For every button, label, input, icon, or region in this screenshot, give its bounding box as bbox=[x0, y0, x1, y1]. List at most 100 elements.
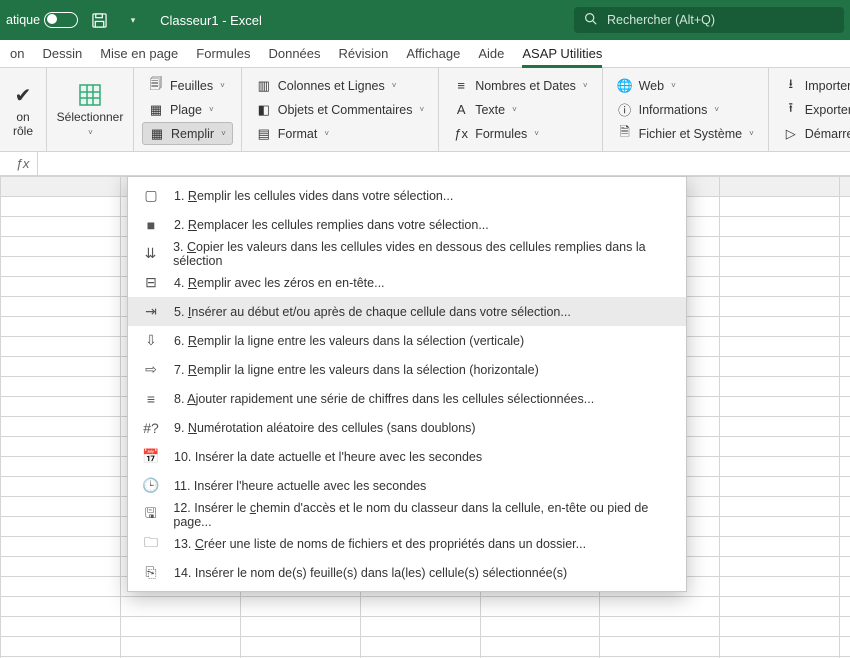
menu-item-2[interactable]: ■2. Remplacer les cellules remplies dans… bbox=[128, 210, 686, 239]
cell[interactable] bbox=[720, 617, 840, 637]
cell[interactable] bbox=[1, 237, 121, 257]
cell[interactable] bbox=[720, 537, 840, 557]
cell[interactable] bbox=[1, 497, 121, 517]
web-button[interactable]: 🌐Web ˅ bbox=[611, 74, 760, 97]
tab-aide[interactable]: Aide bbox=[478, 42, 504, 67]
cell[interactable] bbox=[1, 577, 121, 597]
cell[interactable] bbox=[840, 197, 850, 217]
cell[interactable] bbox=[720, 637, 840, 657]
cell[interactable] bbox=[840, 397, 850, 417]
menu-item-13[interactable]: 🗀13. Créer une liste de noms de fichiers… bbox=[128, 529, 686, 558]
objets-et-commentaires-button[interactable]: ◧Objets et Commentaires ˅ bbox=[250, 98, 430, 121]
cell[interactable] bbox=[840, 437, 850, 457]
cell[interactable] bbox=[840, 597, 850, 617]
tab-mise-en-page[interactable]: Mise en page bbox=[100, 42, 178, 67]
importer-button[interactable]: ⭳Importer ˅ bbox=[777, 74, 850, 97]
cell[interactable] bbox=[840, 217, 850, 237]
cell[interactable] bbox=[1, 557, 121, 577]
formules-button[interactable]: ƒxFormules ˅ bbox=[447, 122, 593, 145]
colonnes-et-lignes-button[interactable]: ▥Colonnes et Lignes ˅ bbox=[250, 74, 430, 97]
cell[interactable] bbox=[840, 477, 850, 497]
autosave-toggle[interactable] bbox=[44, 12, 78, 28]
informations-button[interactable]: ⓘInformations ˅ bbox=[611, 98, 760, 121]
cell[interactable] bbox=[840, 537, 850, 557]
cell[interactable] bbox=[720, 217, 840, 237]
save-icon[interactable] bbox=[86, 7, 112, 33]
cell[interactable] bbox=[480, 597, 600, 617]
cell[interactable] bbox=[840, 337, 850, 357]
menu-item-12[interactable]: 🖫12. Insérer le chemin d'accès et le nom… bbox=[128, 500, 686, 529]
cell[interactable] bbox=[840, 617, 850, 637]
remplir-button[interactable]: ▦Remplir ˅ bbox=[142, 122, 233, 145]
select-button[interactable]: Sélectionner˅ bbox=[55, 72, 125, 147]
menu-item-3[interactable]: ⇊3. Copier les valeurs dans les cellules… bbox=[128, 239, 686, 268]
cell[interactable] bbox=[840, 517, 850, 537]
cell[interactable] bbox=[600, 637, 720, 657]
cell[interactable] bbox=[240, 617, 360, 637]
cell[interactable] bbox=[840, 457, 850, 477]
cell[interactable] bbox=[1, 377, 121, 397]
cell[interactable] bbox=[1, 217, 121, 237]
tab-asap-utilities[interactable]: ASAP Utilities bbox=[522, 42, 602, 67]
cell[interactable] bbox=[1, 257, 121, 277]
column-header[interactable] bbox=[840, 177, 850, 197]
cell[interactable] bbox=[840, 237, 850, 257]
menu-item-7[interactable]: ⇨7. Remplir la ligne entre les valeurs d… bbox=[128, 355, 686, 384]
tab-dessin[interactable]: Dessin bbox=[42, 42, 82, 67]
menu-item-9[interactable]: #?9. Numérotation aléatoire des cellules… bbox=[128, 413, 686, 442]
texte-button[interactable]: ATexte ˅ bbox=[447, 98, 593, 121]
tab-données[interactable]: Données bbox=[268, 42, 320, 67]
démarrer-button[interactable]: ▷Démarrer ˅ bbox=[777, 122, 850, 145]
cell[interactable] bbox=[840, 257, 850, 277]
menu-item-4[interactable]: ⊟4. Remplir avec les zéros en en-tête... bbox=[128, 268, 686, 297]
cell[interactable] bbox=[840, 377, 850, 397]
cell[interactable] bbox=[1, 477, 121, 497]
cell[interactable] bbox=[1, 317, 121, 337]
column-header[interactable] bbox=[1, 177, 121, 197]
cell[interactable] bbox=[720, 457, 840, 477]
cell[interactable] bbox=[240, 597, 360, 617]
fx-icon[interactable]: ƒx bbox=[8, 152, 38, 175]
cell[interactable] bbox=[1, 597, 121, 617]
cell[interactable] bbox=[1, 337, 121, 357]
cell[interactable] bbox=[840, 277, 850, 297]
menu-item-14[interactable]: ⎘14. Insérer le nom de(s) feuille(s) dan… bbox=[128, 558, 686, 587]
cell[interactable] bbox=[720, 597, 840, 617]
cell[interactable] bbox=[600, 617, 720, 637]
cell[interactable] bbox=[240, 637, 360, 657]
cell[interactable] bbox=[120, 597, 240, 617]
cell[interactable] bbox=[1, 457, 121, 477]
cell[interactable] bbox=[720, 417, 840, 437]
cell[interactable] bbox=[720, 577, 840, 597]
cell[interactable] bbox=[120, 637, 240, 657]
cell[interactable] bbox=[1, 637, 121, 657]
plage-button[interactable]: ▦Plage ˅ bbox=[142, 98, 233, 121]
cell[interactable] bbox=[1, 297, 121, 317]
cell[interactable] bbox=[480, 617, 600, 637]
cell[interactable] bbox=[1, 397, 121, 417]
format-button[interactable]: ▤Format ˅ bbox=[250, 122, 430, 145]
cell[interactable] bbox=[840, 297, 850, 317]
cell[interactable] bbox=[720, 497, 840, 517]
tab-affichage[interactable]: Affichage bbox=[406, 42, 460, 67]
menu-item-11[interactable]: 🕒11. Insérer l'heure actuelle avec les s… bbox=[128, 471, 686, 500]
cell[interactable] bbox=[840, 557, 850, 577]
search-box[interactable]: Rechercher (Alt+Q) bbox=[574, 7, 844, 33]
cell[interactable] bbox=[840, 577, 850, 597]
cell[interactable] bbox=[720, 317, 840, 337]
menu-item-5[interactable]: ⇥5. Insérer au début et/ou après de chaq… bbox=[128, 297, 686, 326]
cell[interactable] bbox=[720, 297, 840, 317]
cell[interactable] bbox=[1, 517, 121, 537]
cell[interactable] bbox=[840, 317, 850, 337]
feuilles-button[interactable]: 🗐Feuilles ˅ bbox=[142, 74, 233, 97]
cell[interactable] bbox=[720, 557, 840, 577]
cell[interactable] bbox=[720, 277, 840, 297]
cell[interactable] bbox=[1, 617, 121, 637]
cell[interactable] bbox=[720, 437, 840, 457]
menu-item-1[interactable]: ▢1. Remplir les cellules vides dans votr… bbox=[128, 181, 686, 210]
cell[interactable] bbox=[840, 637, 850, 657]
cell[interactable] bbox=[720, 197, 840, 217]
cell[interactable] bbox=[840, 417, 850, 437]
column-header[interactable] bbox=[720, 177, 840, 197]
cell[interactable] bbox=[720, 237, 840, 257]
